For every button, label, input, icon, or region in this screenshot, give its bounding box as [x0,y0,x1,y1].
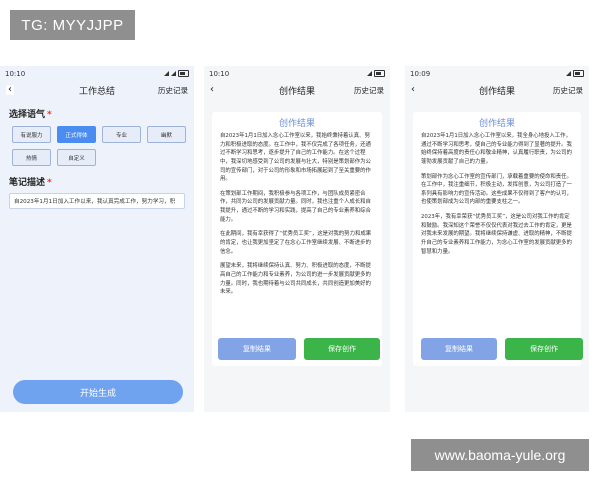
app-bar: ‹ 创作结果 历史记录 [204,81,390,99]
app-bar: ‹ 创作结果 历史记录 [405,81,589,99]
save-creation-button[interactable]: 保存创作 [304,338,380,360]
result-card-title: 创作结果 [278,119,315,129]
status-bar: 10:09 [405,66,589,81]
note-section-label: 笔记描述 * [9,175,194,188]
app-bar: ‹ 工作总结 历史记录 [0,81,194,99]
tone-chip[interactable]: 专业 [102,126,141,143]
screen-work-summary: 10:10 ‹ 工作总结 历史记录 选择语气 * 有说服力 正式得体 专业 幽默 … [0,66,194,412]
status-time: 10:10 [209,69,230,78]
screen-result-2: 10:09 ‹ 创作结果 历史记录 创作结果 自2023年1月1日加入念心工作室… [405,66,589,412]
tone-chip-selected[interactable]: 正式得体 [57,126,96,143]
save-creation-button[interactable]: 保存创作 [505,338,583,360]
status-time: 10:09 [410,69,431,78]
note-label: 笔记描述 [9,178,46,188]
result-paragraph: 2023年，我有幸荣获“优秀员工奖”，这是公司对我工作的肯定和鼓励。我深知这个荣… [421,214,572,255]
signal-icon [171,71,176,76]
copy-result-button[interactable]: 复制结果 [421,338,497,360]
status-icons [367,70,385,77]
copy-result-button[interactable]: 复制结果 [218,338,296,360]
result-paragraph: 在策划部工作期间，我积极参与各项工作，与团队成员紧密合作，共同为公司的发展贡献力… [220,190,371,223]
signal-icon [566,71,571,76]
screen-result-1: 10:10 ‹ 创作结果 历史记录 创作结果 自2023年1月1日加入念心工作室… [204,66,390,412]
required-mark: * [47,178,52,188]
result-paragraph: 自2023年1月1日加入念心工作室以来，我始终秉持着认真、努力和积极进取的态度。… [220,133,371,183]
note-input[interactable]: 自2023年1月1日加入工作以来，我认真完成工作，努力学习，积 [9,193,185,209]
tone-chip[interactable]: 幽默 [147,126,186,143]
status-bar: 10:10 [0,66,194,81]
watermark-top: TG: MYYJJPP [10,10,135,40]
tone-chip[interactable]: 有说服力 [12,126,51,143]
watermark-bottom: www.baoma-yule.org [411,439,589,471]
result-card: 创作结果 自2023年1月1日加入念心工作室以来，我始终秉持着认真、努力和积极进… [212,112,382,366]
battery-icon [178,70,189,77]
result-paragraph: 在此期间，我有幸获得了“优秀员工奖”，这是对我的努力和成果的肯定，也让我更加坚定… [220,231,372,255]
status-icons [566,70,584,77]
signal-icon [367,71,372,76]
history-link[interactable]: 历史记录 [158,85,188,96]
tone-chip[interactable]: 自定义 [57,149,96,166]
tone-section-label: 选择语气 * [9,107,194,120]
start-generate-button[interactable]: 开始生成 [13,380,183,404]
result-card: 创作结果 自2023年1月1日加入念心工作室以来，我全身心地投入工作，通过不断学… [413,112,581,366]
battery-icon [374,70,385,77]
result-text: 自2023年1月1日加入念心工作室以来，我全身心地投入工作，通过不断学习和思考，… [413,129,581,256]
result-paragraph: 展望未来，我将继续保持认真、努力、积极进取的态度，不断提高自己的工作能力和专业素… [220,263,371,296]
result-text: 自2023年1月1日加入念心工作室以来，我始终秉持着认真、努力和积极进取的态度。… [212,129,382,297]
back-arrow-icon[interactable]: ‹ [6,85,14,95]
result-paragraph: 自2023年1月1日加入念心工作室以来，我全身心地投入工作，通过不断学习和思考，… [421,133,572,165]
battery-icon [573,70,584,77]
back-arrow-icon[interactable]: ‹ [411,85,415,95]
history-link[interactable]: 历史记录 [354,85,384,96]
result-paragraph: 策划部作为念心工作室的宣传部门，承载着重要的使命和责任。在工作中，我注重细节，积… [421,173,572,206]
back-arrow-icon[interactable]: ‹ [210,85,214,95]
status-bar: 10:10 [204,66,390,81]
tone-options: 有说服力 正式得体 专业 幽默 热情 自定义 [12,126,192,166]
status-icons [164,70,189,77]
status-time: 10:10 [5,69,26,78]
result-card-title: 创作结果 [478,119,515,129]
tone-chip[interactable]: 热情 [12,149,51,166]
history-link[interactable]: 历史记录 [553,85,583,96]
tone-label: 选择语气 [9,110,46,120]
wifi-icon [164,71,169,76]
required-mark: * [47,110,52,120]
